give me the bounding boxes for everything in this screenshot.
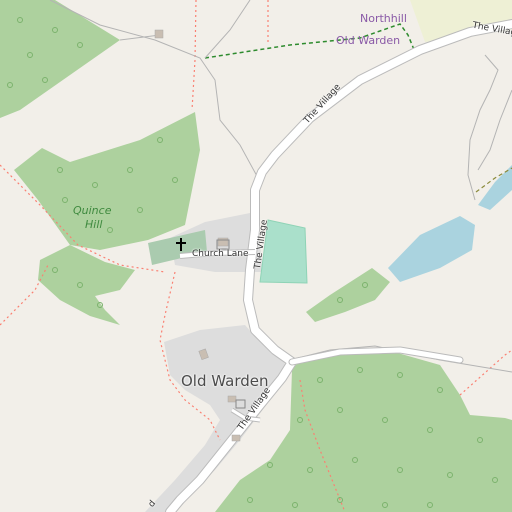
wood-northwest [0,0,120,118]
map-viewport[interactable]: Northhill Old Warden The Village The Vil… [0,0,512,512]
wood-south-west [38,245,135,325]
boundary-label-old-warden: Old Warden [336,34,401,47]
building [217,237,229,247]
lake [388,216,475,282]
building [227,395,237,403]
place-label-old-warden[interactable]: Old Warden [181,374,269,389]
road-label-church-lane: Church Lane [192,249,249,259]
wood-middle [306,268,390,322]
building [154,29,164,39]
wood-quince-hill [14,112,200,250]
wood-label-quince: Quince [73,204,112,217]
wood-label-hill: Hill [85,218,103,231]
building [231,434,241,442]
boundary-label-northhill: Northhill [360,12,407,25]
